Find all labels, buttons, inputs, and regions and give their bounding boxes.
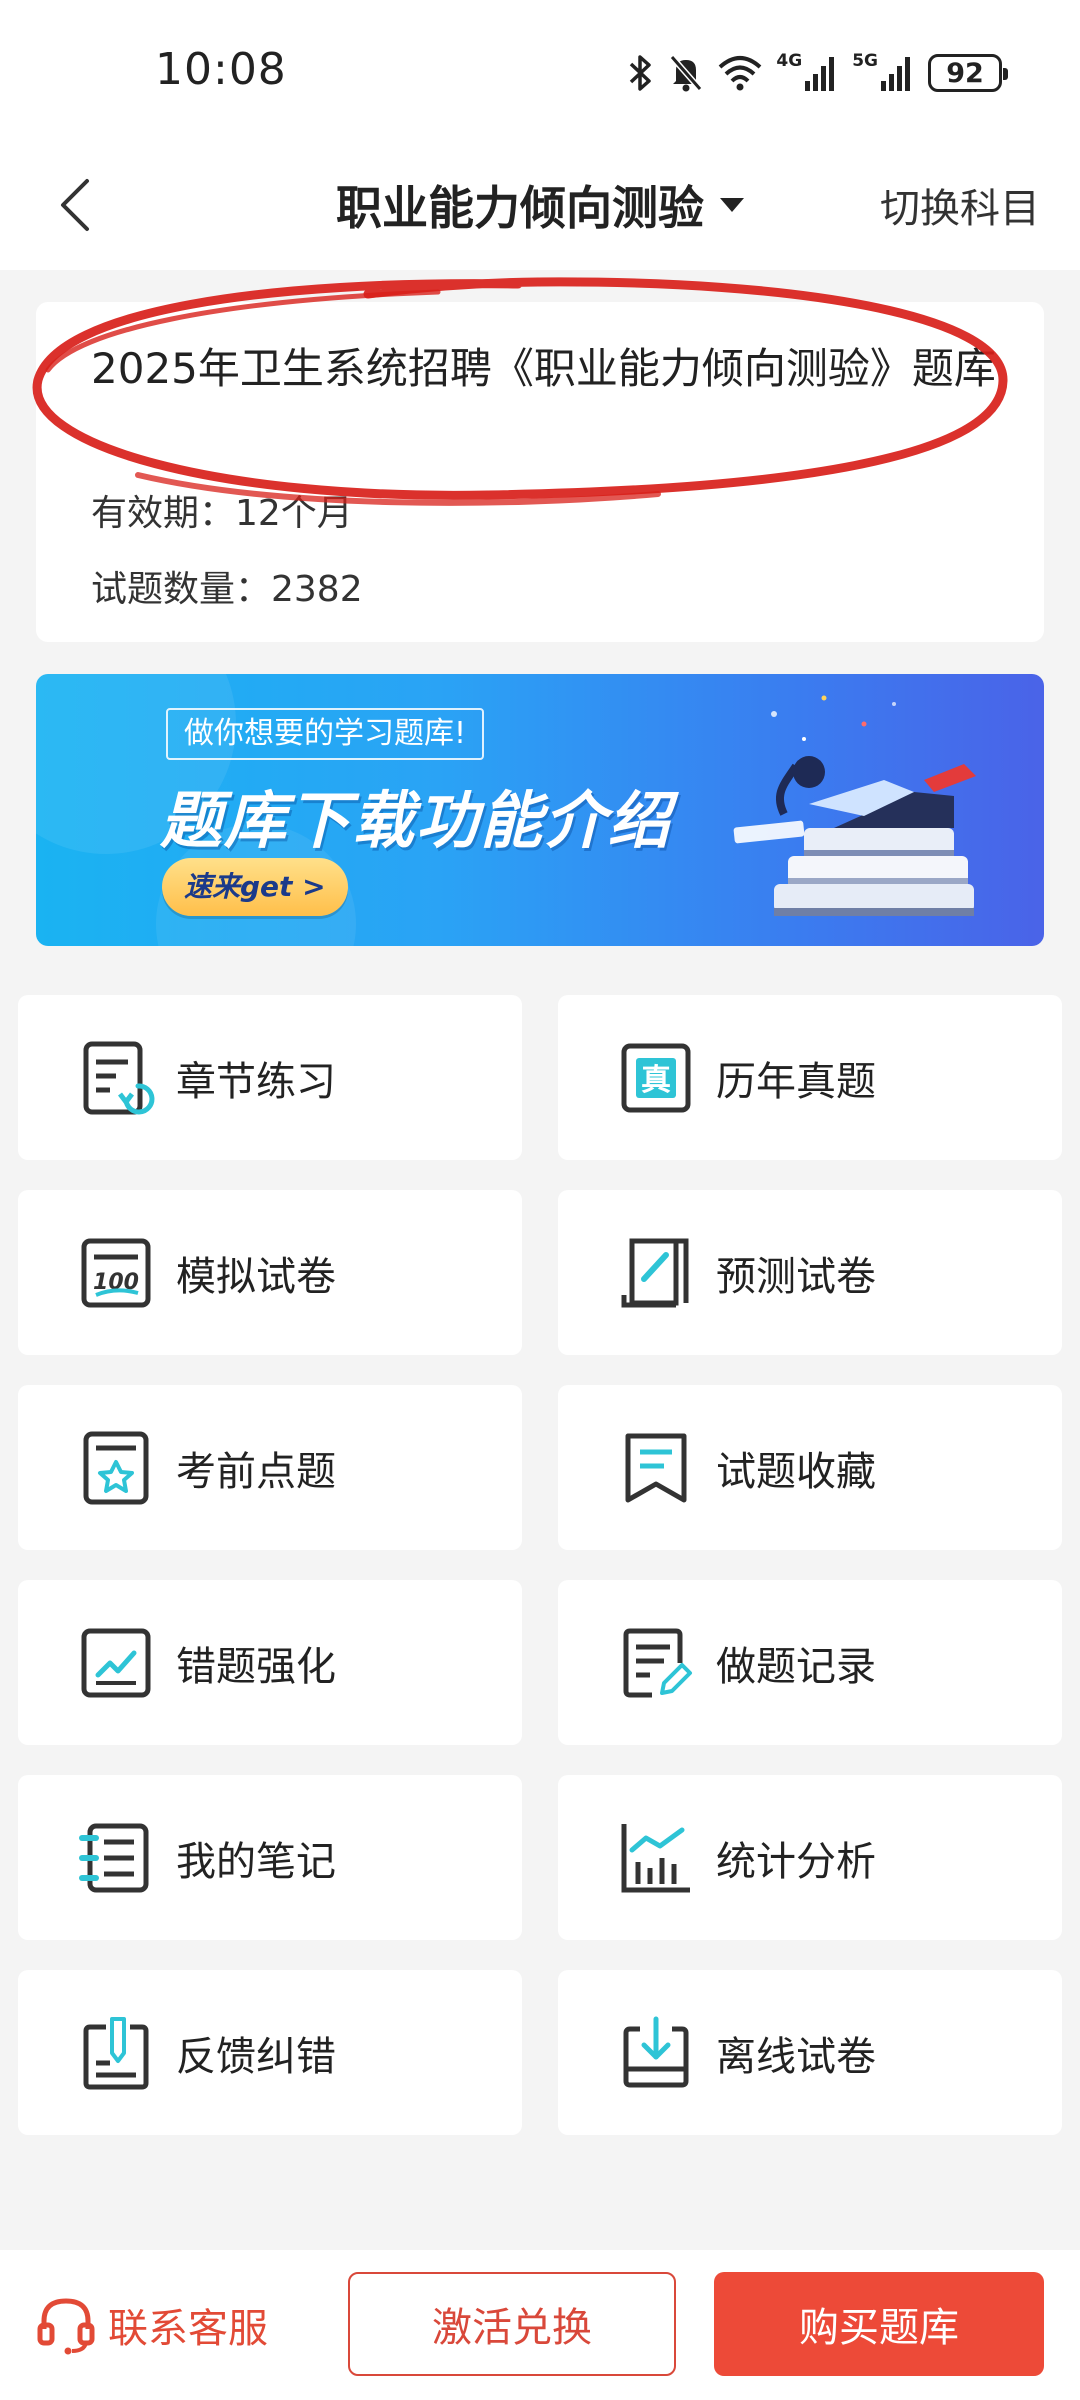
statistics-icon xyxy=(621,1823,690,1892)
signal-4g-icon: 4G xyxy=(776,53,838,93)
svg-text:真: 真 xyxy=(641,1063,671,1098)
menu-offline-papers[interactable]: 离线试卷 xyxy=(558,1970,1062,2135)
battery-level: 92 xyxy=(946,57,984,89)
menu-forecast-paper[interactable]: 预测试卷 xyxy=(558,1190,1062,1355)
menu-label: 错题强化 xyxy=(176,1643,336,1690)
menu-label: 统计分析 xyxy=(716,1838,876,1885)
menu-practice-record[interactable]: 做题记录 xyxy=(558,1580,1062,1745)
headset-icon xyxy=(37,2298,95,2355)
caret-down-icon xyxy=(720,198,744,212)
notes-icon xyxy=(79,1823,149,1892)
status-time: 10:08 xyxy=(155,44,287,95)
menu-my-notes[interactable]: 我的笔记 xyxy=(18,1775,522,1940)
practice-record-icon xyxy=(623,1628,692,1697)
wrong-questions-icon xyxy=(81,1628,151,1697)
menu-past-exams[interactable]: 真 历年真题 xyxy=(558,995,1062,1160)
back-button[interactable] xyxy=(40,170,110,240)
menu-label: 章节练习 xyxy=(176,1058,336,1105)
nav-bar: 职业能力倾向测验 切换科目 xyxy=(0,140,1080,270)
pre-exam-tips-icon xyxy=(83,1431,149,1504)
chapter-practice-icon xyxy=(83,1041,155,1114)
menu-label: 我的笔记 xyxy=(176,1838,336,1885)
question-count: 试题数量：2382 xyxy=(91,569,363,610)
menu-statistics[interactable]: 统计分析 xyxy=(558,1775,1062,1940)
menu-label: 离线试卷 xyxy=(716,2033,876,2080)
bluetooth-icon xyxy=(628,53,654,93)
menu-label: 做题记录 xyxy=(716,1643,876,1690)
wifi-icon xyxy=(718,53,762,93)
menu-mock-paper[interactable]: 100 模拟试卷 xyxy=(18,1190,522,1355)
menu-label: 预测试卷 xyxy=(716,1253,876,1300)
validity-period: 有效期：12个月 xyxy=(91,493,353,534)
bookmark-icon xyxy=(625,1433,687,1502)
menu-label: 历年真题 xyxy=(716,1058,876,1105)
battery-icon: 92 xyxy=(928,54,1008,92)
menu-feedback[interactable]: 反馈纠错 xyxy=(18,1970,522,2135)
banner-tag: 做你想要的学习题库! xyxy=(166,708,485,760)
banner-cta-button[interactable]: 速来get > xyxy=(162,858,348,916)
status-icons: 4G 5G 92 xyxy=(628,48,1008,98)
menu-pre-exam-tips[interactable]: 考前点题 xyxy=(18,1385,522,1550)
net-4g-label: 4G xyxy=(776,51,803,71)
chevron-left-icon xyxy=(61,179,89,231)
banner-headline: 题库下载功能介绍 xyxy=(160,784,673,857)
menu-label: 反馈纠错 xyxy=(176,2033,336,2080)
contact-service-button[interactable]: 联系客服 xyxy=(34,2280,268,2370)
question-bank-title: 2025年卫生系统招聘《职业能力倾向测验》题库 xyxy=(91,344,996,393)
menu-chapter-practice[interactable]: 章节练习 xyxy=(18,995,522,1160)
switch-subject-button[interactable]: 切换科目 xyxy=(880,170,1040,240)
bottom-action-bar: 联系客服 激活兑换 购买题库 xyxy=(0,2250,1080,2400)
menu-label: 考前点题 xyxy=(176,1448,336,1495)
past-exams-icon: 真 xyxy=(621,1043,691,1112)
net-5g-label: 5G xyxy=(852,51,878,71)
contact-service-label: 联系客服 xyxy=(108,2306,268,2352)
mock-paper-icon: 100 xyxy=(81,1238,151,1307)
student-reading-illustration xyxy=(733,695,976,916)
activate-redeem-button[interactable]: 激活兑换 xyxy=(348,2272,676,2376)
feature-banner[interactable]: 做你想要的学习题库! 题库下载功能介绍 速来get > xyxy=(36,674,1044,946)
status-bar: 10:08 4G 5G 92 xyxy=(0,0,1080,140)
menu-wrong-questions[interactable]: 错题强化 xyxy=(18,1580,522,1745)
menu-label: 试题收藏 xyxy=(716,1448,876,1495)
offline-download-icon xyxy=(623,2016,689,2087)
feature-grid: 章节练习 真 历年真题 100 模拟试卷 预测试卷 考前点题 试题收藏 错题强化… xyxy=(18,995,1062,2135)
menu-bookmarks[interactable]: 试题收藏 xyxy=(558,1385,1062,1550)
forecast-paper-icon xyxy=(621,1238,689,1307)
mute-bell-icon xyxy=(668,53,704,93)
signal-5g-icon: 5G xyxy=(852,53,914,93)
menu-label: 模拟试卷 xyxy=(176,1253,336,1300)
buy-question-bank-button[interactable]: 购买题库 xyxy=(714,2272,1044,2376)
feedback-icon xyxy=(83,2016,149,2089)
question-bank-info-card: 2025年卫生系统招聘《职业能力倾向测验》题库 有效期：12个月 试题数量：23… xyxy=(36,302,1044,642)
page-title: 职业能力倾向测验 xyxy=(336,181,704,235)
